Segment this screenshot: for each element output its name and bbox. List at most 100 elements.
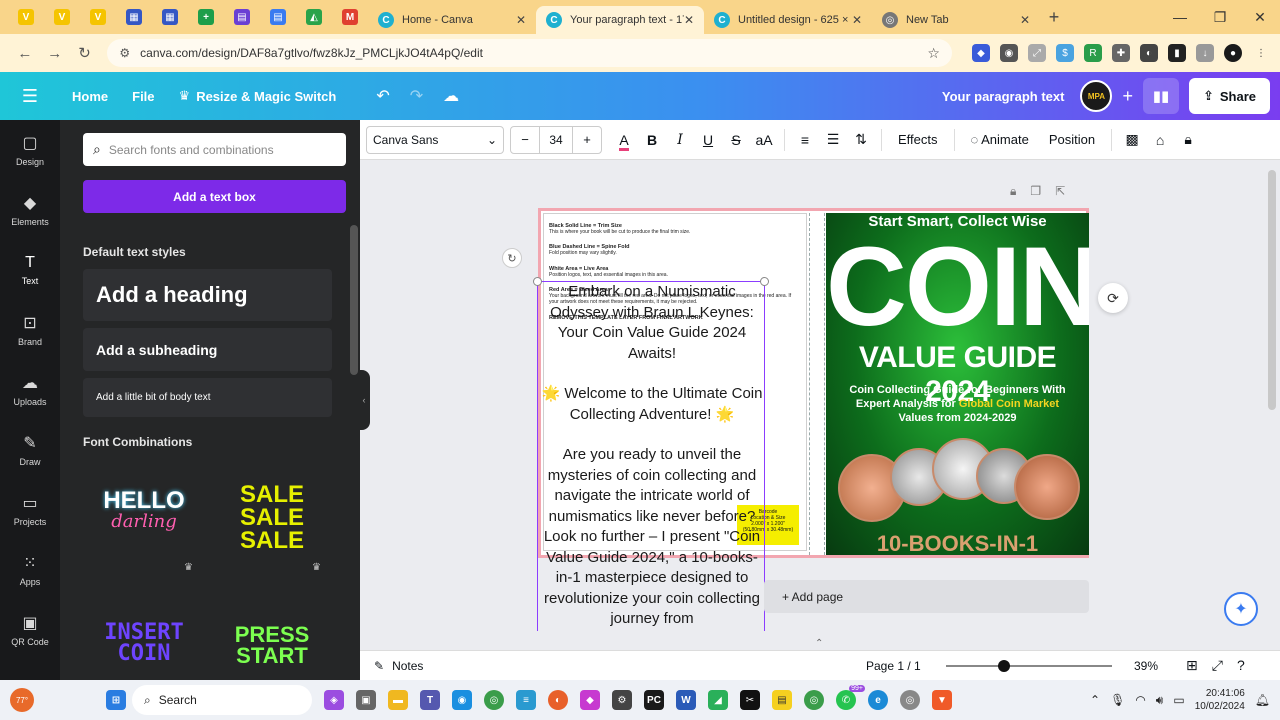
back-icon[interactable]: ← xyxy=(10,45,40,62)
close-tab-icon[interactable]: ✕ xyxy=(684,13,694,27)
browser-tab-active[interactable]: C Your paragraph text - 17 ✕ xyxy=(536,6,704,34)
align-center-icon[interactable]: ≡ xyxy=(791,132,819,148)
rail-projects[interactable]: ▭ Projects xyxy=(0,480,60,540)
extension-icon[interactable]: ⤢ xyxy=(1027,44,1046,62)
pinned-tab-7[interactable]: ▤ xyxy=(224,0,260,34)
pinned-tab-6[interactable]: + xyxy=(188,0,224,34)
new-tab-button[interactable]: + xyxy=(1040,7,1068,28)
browser-tab-home-canva[interactable]: C Home - Canva ✕ xyxy=(368,6,536,34)
combo-press-start[interactable]: PRESS START xyxy=(220,624,324,667)
rail-design[interactable]: ▢ Design xyxy=(0,120,60,180)
paint-roller-icon[interactable]: ⌂ xyxy=(1146,132,1174,148)
rail-uploads[interactable]: ☁ Uploads xyxy=(0,360,60,420)
bookmark-star-icon[interactable]: ☆ xyxy=(927,45,940,62)
edge-icon[interactable]: e xyxy=(863,685,893,715)
increase-size-button[interactable]: + xyxy=(573,132,601,147)
strikethrough-icon[interactable]: S xyxy=(722,132,750,148)
share-button[interactable]: ⇪ Share xyxy=(1188,78,1270,114)
app-icon[interactable]: ◢ xyxy=(703,685,733,715)
taskbar-search[interactable]: ⌕ Search xyxy=(132,685,312,715)
extension-icon[interactable]: ◉ xyxy=(999,44,1018,62)
italic-icon[interactable]: I xyxy=(666,132,694,148)
download-icon[interactable]: ↓ xyxy=(1195,44,1214,62)
maximize-icon[interactable]: ❐ xyxy=(1200,9,1240,26)
canvas-scrollbar[interactable] xyxy=(1268,170,1276,410)
pinned-tab-3[interactable]: V xyxy=(80,0,116,34)
collapse-panel-handle[interactable]: ‹ xyxy=(358,370,370,430)
rail-apps[interactable]: ⁙ Apps xyxy=(0,540,60,600)
add-subheading-card[interactable]: Add a subheading xyxy=(83,328,332,371)
lock-icon[interactable]: 🔒︎ xyxy=(1174,131,1202,148)
redo-icon[interactable]: ↷ xyxy=(400,86,433,106)
combo-insert-coin[interactable]: INSERT COIN xyxy=(92,622,196,665)
minimize-icon[interactable]: — xyxy=(1160,9,1200,25)
fullscreen-icon[interactable]: ⤢ xyxy=(1212,657,1223,674)
menu-icon[interactable]: ☰ xyxy=(0,86,60,107)
combo-hello-darling[interactable]: HELLO darling xyxy=(92,489,196,531)
microphone-icon[interactable]: 🎙︎ xyxy=(1110,693,1125,707)
rail-brand[interactable]: ⊡ Brand xyxy=(0,300,60,360)
assistant-sparkle-icon[interactable]: ✦ xyxy=(1224,592,1258,626)
chevron-up-icon[interactable]: ⌃ xyxy=(1090,693,1100,707)
cloud-saved-icon[interactable]: ☁ xyxy=(433,86,469,106)
battery-icon[interactable]: ▭ xyxy=(1173,693,1184,707)
pinned-tab-10[interactable]: M xyxy=(332,0,368,34)
sticky-notes-icon[interactable]: ▤ xyxy=(767,685,797,715)
effects-button[interactable]: Effects xyxy=(888,132,948,147)
close-tab-icon[interactable]: ✕ xyxy=(852,13,862,27)
front-cover[interactable]: Start Smart, Collect Wise COIN VALUE GUI… xyxy=(826,213,1089,555)
home-link[interactable]: Home xyxy=(60,89,120,104)
scroll-thumb[interactable] xyxy=(350,225,358,375)
start-icon[interactable]: ⊞ xyxy=(101,685,131,715)
rail-text[interactable]: T Text xyxy=(0,240,60,300)
clock[interactable]: 20:41:06 10/02/2024 xyxy=(1195,687,1245,713)
bold-icon[interactable]: B xyxy=(638,132,666,148)
close-tab-icon[interactable]: ✕ xyxy=(1020,13,1030,27)
font-search-input[interactable]: ⌕ Search fonts and combinations xyxy=(83,133,346,166)
add-text-box-button[interactable]: Add a text box xyxy=(83,180,346,213)
url-field[interactable]: ⚙ canva.com/design/DAF8a7gtlvo/fwz8kJz_P… xyxy=(107,39,952,67)
chrome-icon[interactable]: ◎ xyxy=(479,685,509,715)
zoom-slider[interactable] xyxy=(946,660,1112,672)
close-window-icon[interactable]: ✕ xyxy=(1240,9,1280,26)
position-button[interactable]: Position xyxy=(1039,132,1105,147)
body-text[interactable]: Embark on a Numismatic Odyssey with Brau… xyxy=(538,282,766,630)
animate-button[interactable]: ◌ Animate xyxy=(961,132,1039,147)
add-heading-card[interactable]: Add a heading xyxy=(83,269,332,321)
rail-qr-code[interactable]: ▣ QR Code xyxy=(0,600,60,660)
copilot-icon[interactable]: ◈ xyxy=(319,685,349,715)
extension-icon[interactable]: R xyxy=(1083,44,1102,62)
notes-button[interactable]: ✎ Notes xyxy=(374,659,423,673)
pinned-tab-9[interactable]: ◭ xyxy=(296,0,332,34)
chevron-up-icon[interactable]: ⌃ xyxy=(815,638,823,649)
insights-chart-icon[interactable]: ▮▮ xyxy=(1142,78,1179,114)
pinned-tab-5[interactable]: ▦ xyxy=(152,0,188,34)
font-family-dropdown[interactable]: Canva Sans ⌄ xyxy=(366,125,504,154)
rail-elements[interactable]: ◆ Elements xyxy=(0,180,60,240)
close-tab-icon[interactable]: ✕ xyxy=(516,13,526,27)
app-icon[interactable]: ◆ xyxy=(575,685,605,715)
combo-sale[interactable]: SALE SALE SALE xyxy=(220,483,324,552)
underline-icon[interactable]: U xyxy=(694,132,722,148)
capcut-icon[interactable]: ✂ xyxy=(735,685,765,715)
document-title[interactable]: Your paragraph text xyxy=(942,89,1065,104)
sidebar-icon[interactable]: ▮ xyxy=(1167,44,1186,62)
whatsapp-icon[interactable]: ✆ 99+ xyxy=(831,685,865,715)
undo-icon[interactable]: ↶ xyxy=(366,86,399,106)
resize-handle[interactable] xyxy=(760,277,769,286)
grid-view-icon[interactable]: ⊞ xyxy=(1186,657,1198,674)
font-size-input[interactable]: 34 xyxy=(539,126,573,153)
list-icon[interactable]: ☰ xyxy=(819,131,847,148)
invite-plus-icon[interactable]: + xyxy=(1122,86,1133,107)
extension-icon[interactable]: ◆ xyxy=(971,44,990,62)
teams-icon[interactable]: T xyxy=(415,685,445,715)
reload-icon[interactable]: ↻ xyxy=(70,44,100,62)
task-view-icon[interactable]: ▣ xyxy=(351,685,381,715)
extension-icon[interactable]: $ xyxy=(1055,44,1074,62)
avatar[interactable]: MPA xyxy=(1080,80,1113,112)
extension-icon[interactable]: ◐ xyxy=(1139,44,1158,62)
rail-draw[interactable]: ✎ Draw xyxy=(0,420,60,480)
spacing-icon[interactable]: ⇅ xyxy=(847,131,875,148)
transparency-icon[interactable]: ▩ xyxy=(1118,131,1146,148)
letter-case-icon[interactable]: aA xyxy=(750,132,778,148)
